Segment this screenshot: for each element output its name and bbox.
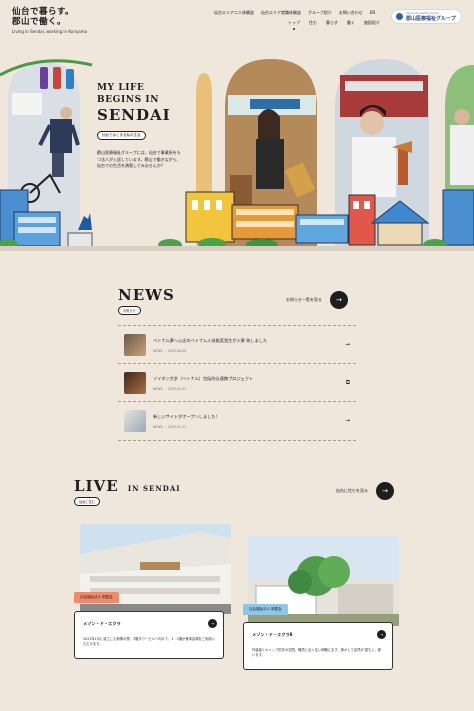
hero-description: 郡山医療福祉グループには、仙台で事業所をもつ法人が入居しています。郡山で働きなが… bbox=[97, 150, 181, 168]
arrow-right-icon: → bbox=[344, 341, 350, 348]
live-heading-main: LIVE bbox=[74, 477, 119, 495]
news-item-meta: NEWS ｜ 2023.02.01 bbox=[153, 386, 187, 391]
external-link-icon: ⧉ bbox=[345, 378, 350, 386]
news-item-meta: NEWS ｜ 2023.01.31 bbox=[153, 425, 187, 429]
main-nav: トップ 住む 暮らす 働く 施設紹介 bbox=[288, 20, 380, 30]
news-list: ベトナム夢へ心志のベトナム人技能実習生が入寮 致しました NEWS ｜ 2023… bbox=[118, 325, 356, 441]
page: { "header": { "logo_line1": "仙台で暮らす。", "… bbox=[0, 0, 474, 711]
news-item-date: 2023.01.31 bbox=[167, 425, 187, 429]
live-card-2-label: 社会福祉法人 明愛会 bbox=[243, 604, 288, 615]
news-thumbnail bbox=[124, 410, 146, 432]
hero-tag: 仙台ではじまる私の生活 bbox=[97, 131, 146, 140]
hero-title-line-1: MY LIFE bbox=[97, 83, 145, 93]
news-item-category: NEWS bbox=[153, 349, 163, 353]
nav-tab-top[interactable]: トップ bbox=[288, 20, 300, 30]
live-more-link[interactable]: 仙台に住むを見る → bbox=[336, 482, 394, 500]
hero-title-line-3: SENDAI bbox=[97, 106, 171, 124]
news-item[interactable]: 新しいサイトがオープンしました！ NEWS ｜ 2023.01.31 → bbox=[118, 402, 356, 441]
live-heading: LIVE IN SENDAI bbox=[74, 477, 181, 495]
logo-line-1: 仙台で暮らす。 bbox=[12, 7, 74, 17]
hero-title: MY LIFE BEGINS IN SENDAI bbox=[97, 82, 171, 124]
live-card-1[interactable]: メゾン・ド・エクラ → 2023年1月に竣工した新築の寮。3階タワービルへ向けて… bbox=[74, 611, 224, 659]
top-nav: 仙台エリア二人体験談 仙台エリア就職体験談 グループ紹介 お問い合わせ EN bbox=[214, 10, 375, 16]
news-item-title: ゾイタン大学（ベトナム）包括的な連携プロジェクト bbox=[153, 375, 254, 381]
live-card-2-body: 外装板とキャップ的手の空間、職員と近く住い和職にます。静かして自然が 望もし、新… bbox=[252, 648, 382, 658]
news-item-category: NEWS bbox=[153, 425, 163, 429]
news-thumbnail bbox=[124, 334, 146, 356]
nav-link[interactable]: 仙台エリア就職体験談 bbox=[261, 10, 301, 16]
group-badge-name: 郡山医療福祉グループ bbox=[406, 16, 456, 22]
news-more-link[interactable]: お知らせ一覧を見る → bbox=[286, 291, 348, 309]
nav-tab-facilities[interactable]: 施設紹介 bbox=[364, 20, 380, 30]
news-thumbnail bbox=[124, 371, 146, 394]
arrow-right-icon: → bbox=[208, 619, 217, 628]
news-heading: NEWS bbox=[118, 286, 175, 304]
nav-tab-life[interactable]: 暮らす bbox=[326, 20, 338, 30]
news-item[interactable]: ゾイタン大学（ベトナム）包括的な連携プロジェクト NEWS ｜ 2023.02.… bbox=[118, 364, 356, 402]
live-more-label: 仙台に住むを見る bbox=[336, 488, 368, 493]
site-logo[interactable]: 仙台で暮らす。 郡山で働く。 Living in Sendai, working… bbox=[12, 7, 87, 34]
news-item-date: 2023.06.05 bbox=[167, 349, 187, 353]
live-pill: 仙台に住む bbox=[74, 497, 100, 506]
arrow-right-icon: → bbox=[377, 630, 386, 639]
live-card-2[interactable]: メゾン・ド・エクラⅡ → 外装板とキャップ的手の空間、職員と近く住い和職にます。… bbox=[243, 622, 393, 670]
nav-tab-work[interactable]: 働く bbox=[347, 20, 355, 30]
news-item-date: 2023.02.01 bbox=[167, 386, 187, 391]
logo-subtitle: Living in Sendai, working in Koriyama bbox=[12, 29, 88, 34]
news-item[interactable]: ベトナム夢へ心志のベトナム人技能実習生が入寮 致しました NEWS ｜ 2023… bbox=[118, 325, 356, 364]
news-item-meta: NEWS ｜ 2023.06.05 bbox=[153, 349, 187, 353]
nav-link[interactable]: お問い合わせ bbox=[339, 10, 363, 16]
news-item-category: NEWS bbox=[153, 386, 163, 391]
nav-tab-live[interactable]: 住む bbox=[309, 20, 317, 30]
group-logo-icon bbox=[396, 13, 403, 20]
live-card-2-title: メゾン・ド・エクラⅡ bbox=[252, 632, 293, 637]
live-card-1-label: 社会福祉法人 明愛会 bbox=[74, 592, 119, 603]
nav-link[interactable]: グループ紹介 bbox=[308, 10, 332, 16]
news-pill: お知らせ bbox=[118, 306, 141, 315]
nav-link-en[interactable]: EN bbox=[370, 10, 376, 16]
live-card-1-title: メゾン・ド・エクラ bbox=[83, 621, 121, 626]
arrow-right-icon: → bbox=[329, 291, 348, 309]
hero-section bbox=[0, 55, 474, 251]
hero-illustration bbox=[0, 59, 474, 251]
logo-line-2: 郡山で働く。 bbox=[12, 17, 67, 27]
live-heading-sub: IN SENDAI bbox=[127, 484, 181, 493]
news-item-title: ベトナム夢へ心志のベトナム人技能実習生が入寮 致しました bbox=[153, 338, 268, 343]
hero-title-line-2: BEGINS IN bbox=[97, 95, 160, 105]
nav-link[interactable]: 仙台エリア二人体験談 bbox=[214, 10, 254, 16]
arrow-right-icon: → bbox=[344, 417, 350, 424]
live-card-1-body: 2023年1月に竣工した新築の寮。3階タワービルへ向けて、1・2階が食事会場をご… bbox=[83, 637, 216, 647]
arrow-right-icon: → bbox=[376, 482, 394, 500]
news-more-label: お知らせ一覧を見る bbox=[286, 297, 322, 302]
news-item-title: 新しいサイトがオープンしました！ bbox=[153, 414, 220, 419]
group-badge-link[interactable]: Sendai Kouseikai Group 郡山医療福祉グループ bbox=[391, 9, 462, 24]
